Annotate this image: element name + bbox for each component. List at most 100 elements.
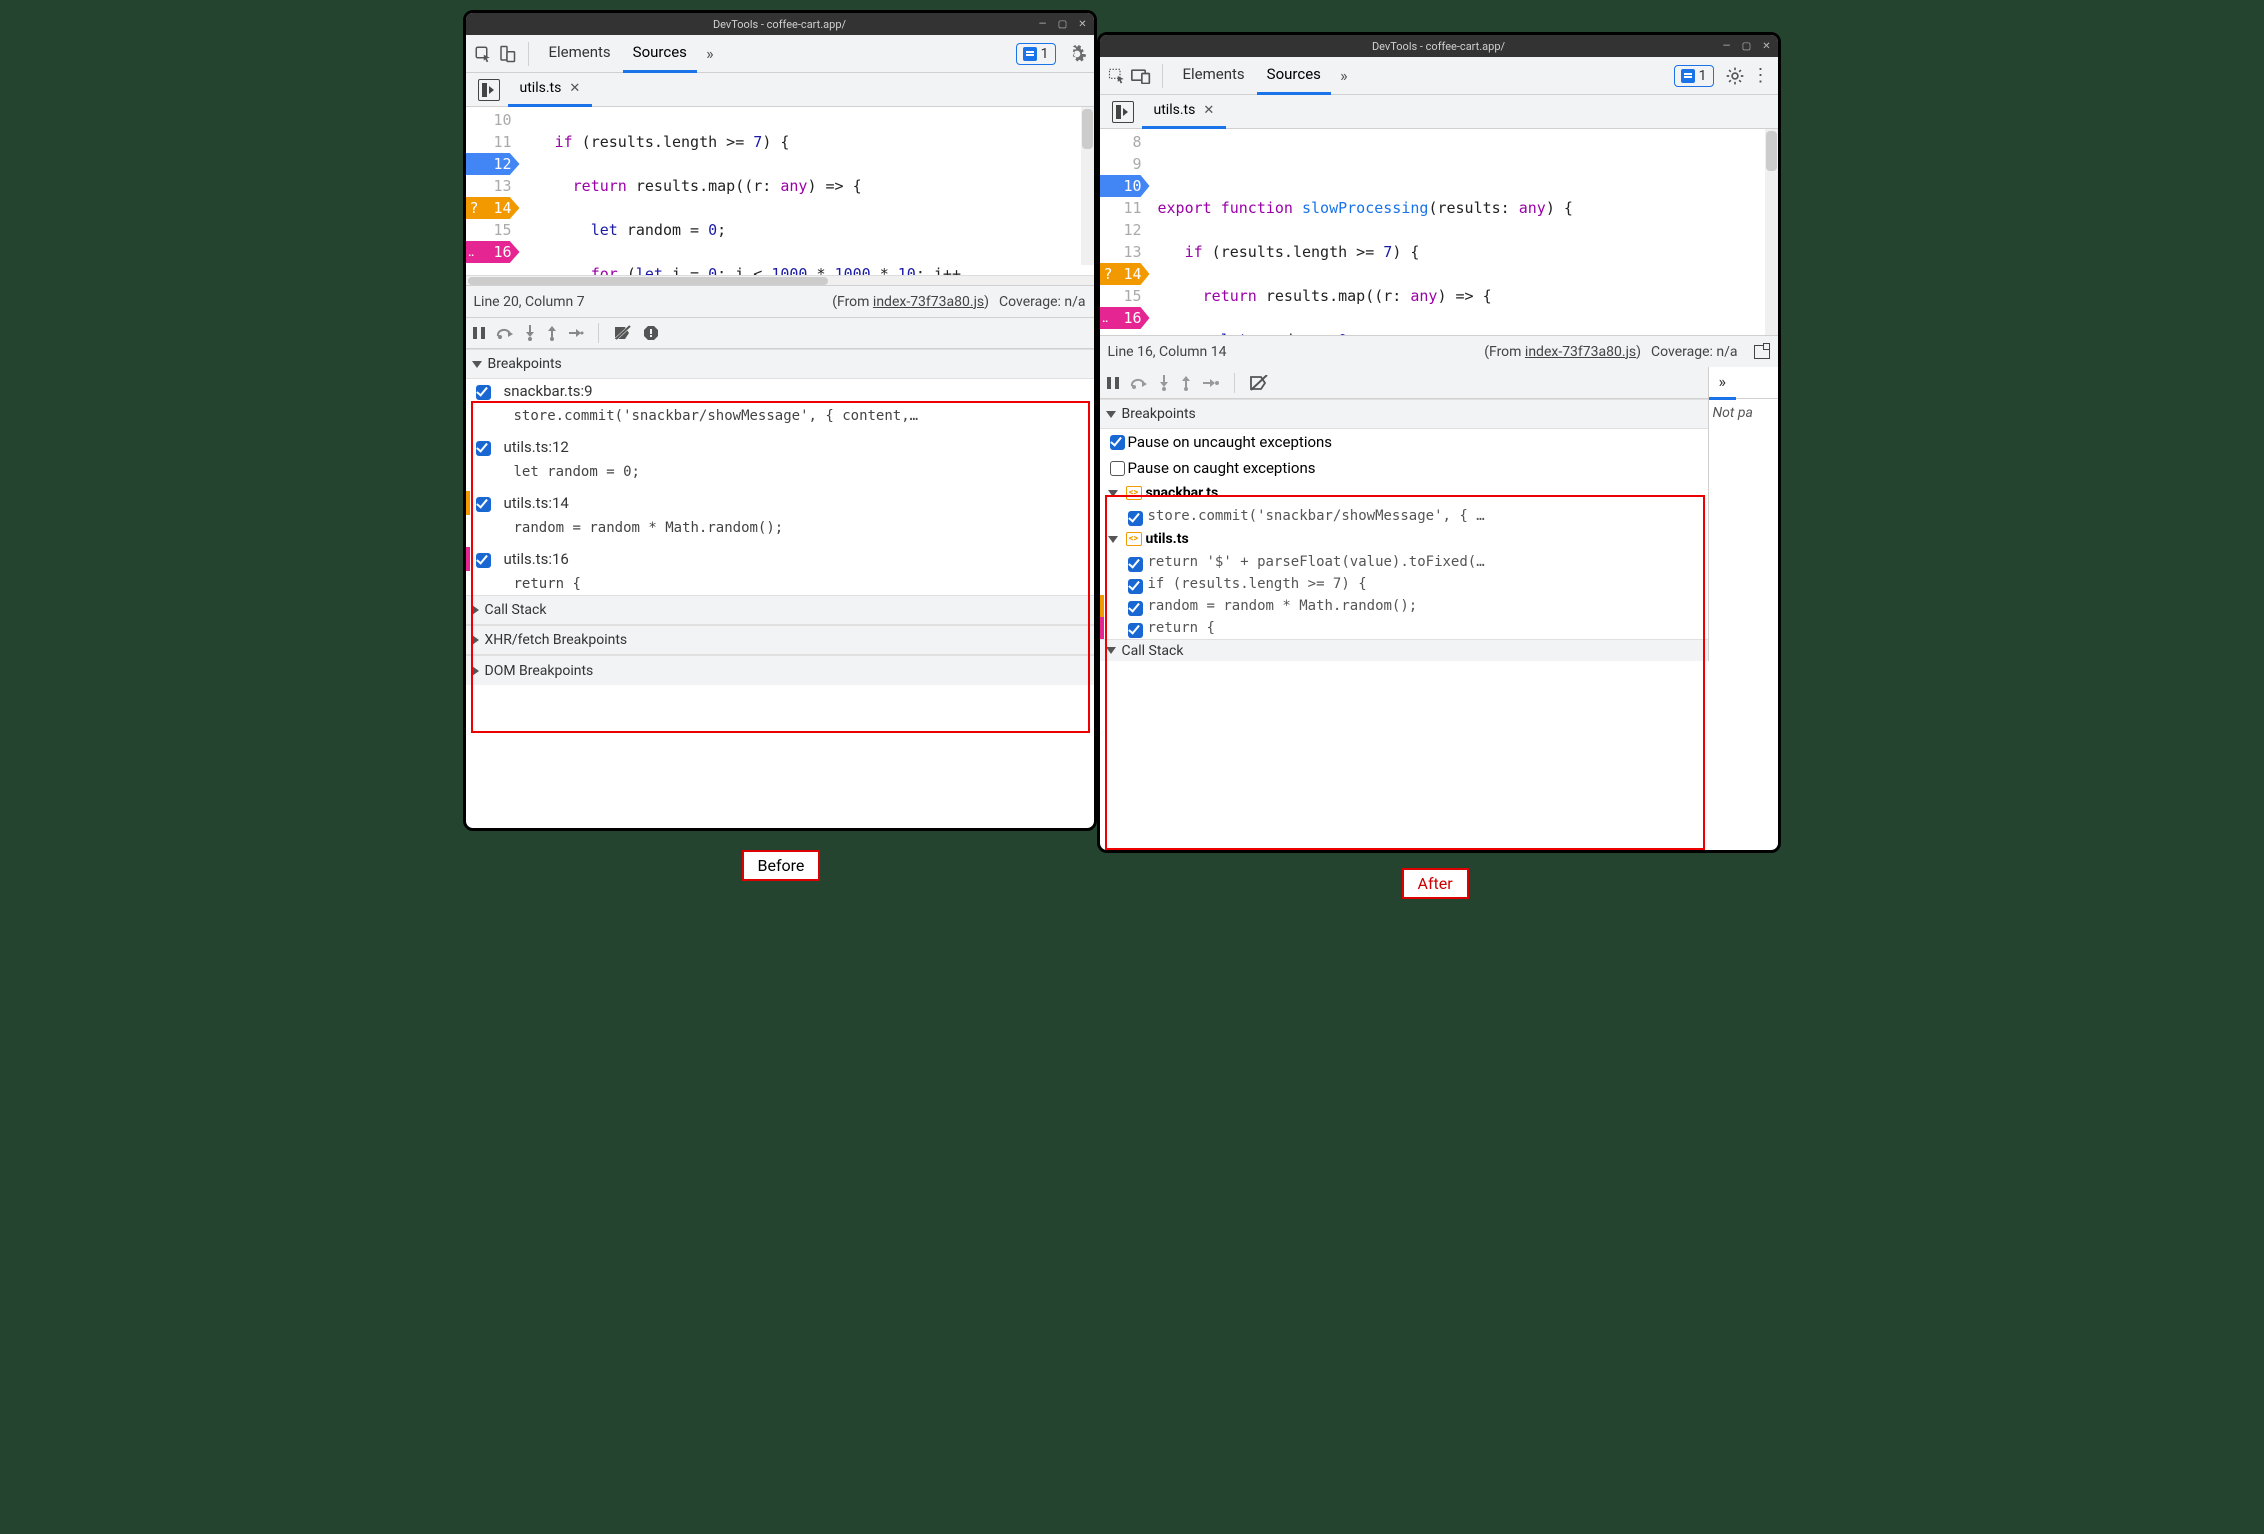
step-over-icon[interactable] bbox=[496, 326, 514, 340]
window-maximize-icon[interactable]: ▢ bbox=[1056, 17, 1070, 31]
callstack-pane-header[interactable]: Call Stack bbox=[466, 595, 1094, 625]
inspect-icon[interactable] bbox=[472, 43, 494, 65]
titlebar: DevTools - coffee-cart.app/ — ▢ ✕ bbox=[1100, 35, 1778, 57]
checkbox-checked-icon[interactable] bbox=[1128, 557, 1143, 572]
source-from: (From index-73f73a80.js) bbox=[1484, 344, 1641, 360]
navigator-toggle-icon[interactable] bbox=[1112, 101, 1134, 123]
pause-uncaught[interactable]: Pause on uncaught exceptions bbox=[1100, 429, 1778, 455]
source-from: (From index-73f73a80.js) bbox=[832, 294, 989, 310]
inspect-select-icon[interactable] bbox=[1106, 65, 1128, 87]
step-out-icon[interactable] bbox=[546, 325, 558, 341]
device-icon[interactable] bbox=[1130, 65, 1152, 87]
pause-icon[interactable] bbox=[472, 326, 486, 340]
checkbox-unchecked-icon[interactable] bbox=[1110, 461, 1125, 476]
tab-sources[interactable]: Sources bbox=[1257, 57, 1331, 95]
issues-badge[interactable]: 1 bbox=[1016, 43, 1056, 65]
from-link[interactable]: index-73f73a80.js bbox=[1525, 344, 1636, 360]
more-tabs-icon[interactable]: » bbox=[1333, 65, 1355, 87]
code-editor[interactable]: 10 11 12 13 ?14 15 ⠤16 if (results.lengt… bbox=[466, 107, 1094, 275]
window-maximize-icon[interactable]: ▢ bbox=[1740, 39, 1754, 53]
tab-elements[interactable]: Elements bbox=[539, 35, 621, 73]
checkbox-checked-icon[interactable] bbox=[1128, 601, 1143, 616]
checkbox-checked-icon[interactable] bbox=[1128, 579, 1143, 594]
coverage-box-icon[interactable] bbox=[1754, 345, 1770, 359]
window-close-icon[interactable]: ✕ bbox=[1076, 17, 1090, 31]
issues-count: 1 bbox=[1041, 46, 1049, 62]
bp-row[interactable]: random = random * Math.random();14 bbox=[1100, 595, 1778, 617]
horizontal-scrollbar[interactable] bbox=[466, 275, 1094, 285]
callstack-pane-header[interactable]: Call Stack bbox=[1100, 639, 1778, 661]
pause-icon[interactable] bbox=[1106, 376, 1120, 390]
window-close-icon[interactable]: ✕ bbox=[1760, 39, 1774, 53]
bp-row[interactable]: return '$' + parseFloat(value).toFixed(…… bbox=[1100, 551, 1778, 573]
bp-item[interactable]: utils.ts:14 bbox=[466, 491, 1094, 515]
step-icon[interactable] bbox=[568, 326, 584, 340]
logpoint-marker[interactable]: ?14 bbox=[466, 197, 520, 219]
chevron-down-icon bbox=[1106, 411, 1116, 418]
from-link[interactable]: index-73f73a80.js bbox=[873, 294, 984, 310]
pause-caught[interactable]: Pause on caught exceptions bbox=[1100, 455, 1778, 481]
chevron-right-icon bbox=[472, 605, 479, 615]
device-icon[interactable] bbox=[496, 43, 518, 65]
checkbox-checked-icon[interactable] bbox=[1128, 623, 1143, 638]
checkbox-checked-icon[interactable] bbox=[476, 441, 491, 456]
more-tabs-icon[interactable]: » bbox=[699, 43, 721, 65]
code-editor[interactable]: 8 9 10 11 12 13 ?14 15 ⠤16 export functi… bbox=[1100, 129, 1778, 335]
chat-icon bbox=[1681, 69, 1695, 83]
step-out-icon[interactable] bbox=[1180, 375, 1192, 391]
bp-group-utils[interactable]: <>utils.ts bbox=[1100, 527, 1778, 551]
more-tabs-icon[interactable]: » bbox=[1709, 366, 1737, 400]
window-minimize-icon[interactable]: — bbox=[1036, 17, 1050, 31]
checkbox-checked-icon[interactable] bbox=[1110, 435, 1125, 450]
close-icon[interactable]: ✕ bbox=[569, 81, 580, 96]
coverage-status: Coverage: n/a bbox=[999, 294, 1085, 310]
titlebar-text: DevTools - coffee-cart.app/ bbox=[1372, 40, 1505, 53]
chevron-right-icon bbox=[472, 666, 479, 676]
debugger-toolbar bbox=[466, 317, 1094, 349]
status-bar: Line 20, Column 7 (From index-73f73a80.j… bbox=[466, 285, 1094, 317]
xhr-bp-pane-header[interactable]: XHR/fetch Breakpoints bbox=[466, 625, 1094, 655]
pause-exceptions-icon[interactable] bbox=[643, 325, 659, 341]
step-icon[interactable] bbox=[1202, 376, 1220, 390]
logpoint-marker[interactable]: ?14 bbox=[1100, 263, 1150, 285]
breakpoints-list: snackbar.ts:9 store.commit('snackbar/sho… bbox=[466, 379, 1094, 595]
filebar: utils.ts ✕ bbox=[1100, 95, 1778, 129]
line-gutter[interactable]: 10 11 12 13 ?14 15 ⠤16 bbox=[466, 107, 528, 275]
breakpoints-pane-header[interactable]: Breakpoints bbox=[1100, 399, 1778, 429]
file-tab-utils[interactable]: utils.ts ✕ bbox=[1142, 95, 1227, 129]
window-minimize-icon[interactable]: — bbox=[1720, 39, 1734, 53]
step-over-icon[interactable] bbox=[1130, 376, 1148, 390]
kebab-icon[interactable]: ⋮ bbox=[1750, 65, 1772, 87]
bp-group-snackbar[interactable]: <>snackbar.ts bbox=[1100, 481, 1778, 505]
bp-item[interactable]: utils.ts:12 bbox=[466, 435, 1094, 459]
issues-badge[interactable]: 1 bbox=[1674, 65, 1714, 87]
checkbox-checked-icon[interactable] bbox=[476, 553, 491, 568]
dom-bp-pane-header[interactable]: DOM Breakpoints bbox=[466, 655, 1094, 685]
tab-elements[interactable]: Elements bbox=[1173, 57, 1255, 95]
debugger-toolbar bbox=[1100, 367, 1778, 399]
step-into-icon[interactable] bbox=[524, 325, 536, 341]
issues-count: 1 bbox=[1699, 68, 1707, 84]
breakpoints-pane-header[interactable]: Breakpoints bbox=[466, 349, 1094, 379]
conditional-bp-marker[interactable]: ⠤16 bbox=[1100, 307, 1150, 329]
bp-item[interactable]: utils.ts:16 bbox=[466, 547, 1094, 571]
gear-icon[interactable] bbox=[1066, 43, 1088, 65]
gear-icon[interactable] bbox=[1724, 65, 1746, 87]
close-icon[interactable]: ✕ bbox=[1203, 103, 1214, 118]
conditional-bp-marker[interactable]: ⠤16 bbox=[466, 241, 520, 263]
checkbox-checked-icon[interactable] bbox=[476, 385, 491, 400]
bp-row[interactable]: if (results.length >= 7) {10 bbox=[1100, 573, 1778, 595]
right-side-panel: » Not pa bbox=[1708, 367, 1778, 661]
line-gutter[interactable]: 8 9 10 11 12 13 ?14 15 ⠤16 bbox=[1100, 129, 1158, 335]
bp-row[interactable]: return {16 bbox=[1100, 617, 1778, 639]
checkbox-checked-icon[interactable] bbox=[476, 497, 491, 512]
bp-row[interactable]: store.commit('snackbar/showMessage', { …… bbox=[1100, 505, 1778, 527]
file-tab-utils[interactable]: utils.ts ✕ bbox=[508, 73, 593, 107]
bp-item[interactable]: snackbar.ts:9 bbox=[466, 379, 1094, 403]
tab-sources[interactable]: Sources bbox=[623, 35, 697, 73]
deactivate-bp-icon[interactable] bbox=[1249, 375, 1269, 391]
step-into-icon[interactable] bbox=[1158, 375, 1170, 391]
deactivate-bp-icon[interactable] bbox=[613, 325, 633, 341]
checkbox-checked-icon[interactable] bbox=[1128, 511, 1143, 526]
navigator-toggle-icon[interactable] bbox=[478, 79, 500, 101]
